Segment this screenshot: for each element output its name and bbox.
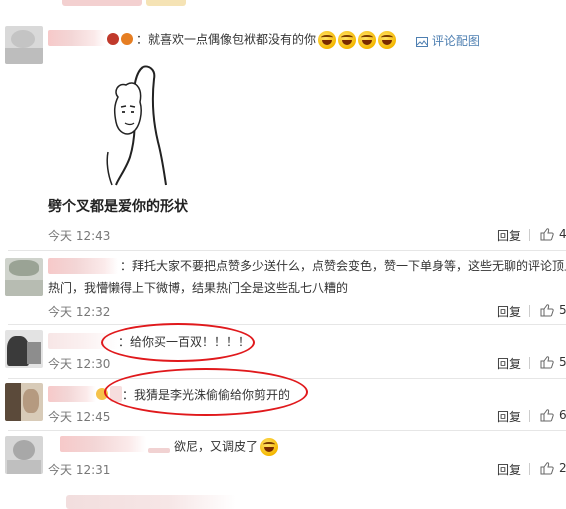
reply-button[interactable]: 回复 bbox=[497, 303, 521, 320]
thumbs-up-icon[interactable] bbox=[540, 304, 554, 317]
avatar[interactable] bbox=[5, 383, 43, 421]
action-divider bbox=[529, 305, 530, 317]
timestamp: 今天 12:30 bbox=[48, 357, 111, 371]
meme-caption: 劈个叉都是爱你的形状 bbox=[48, 199, 188, 215]
comment-divider bbox=[8, 324, 566, 325]
laughing-emoji-icon bbox=[260, 438, 279, 456]
comment-image[interactable] bbox=[48, 57, 218, 187]
like-count: 4 bbox=[559, 227, 566, 241]
avatar[interactable] bbox=[5, 436, 43, 474]
comment-text: ：就喜欢一点偶像包袱都没有的你 bbox=[136, 31, 397, 49]
view-image-link[interactable]: 评论配图 bbox=[416, 32, 480, 49]
view-image-label: 评论配图 bbox=[431, 34, 480, 48]
vip-badge-icon bbox=[107, 33, 119, 45]
avatar[interactable] bbox=[5, 330, 43, 368]
thumbs-up-icon[interactable] bbox=[540, 228, 554, 241]
image-icon bbox=[416, 36, 428, 47]
action-divider bbox=[529, 463, 530, 475]
thumbs-up-icon[interactable] bbox=[540, 409, 554, 422]
like-count: 2 bbox=[559, 461, 566, 475]
username[interactable] bbox=[48, 30, 106, 46]
action-divider bbox=[529, 410, 530, 422]
reply-button[interactable]: 回复 bbox=[497, 408, 521, 425]
like-count: 5 bbox=[559, 303, 566, 317]
comment-body: 欲尼，又调皮了 bbox=[174, 439, 259, 454]
comment-divider bbox=[8, 430, 566, 431]
laughing-emoji-icon bbox=[318, 31, 337, 49]
avatar[interactable] bbox=[5, 26, 43, 64]
comment-text: ：拜托大家不要把点赞多少送什么，点赞会变色，赞一下单身等，这些无聊的评论顶上 bbox=[120, 259, 566, 273]
username[interactable] bbox=[48, 258, 118, 274]
laughing-emoji-icon bbox=[378, 31, 397, 49]
comment-text-continued: 热门，我懵懒得上下微博，结果热门全是这些乱七八糟的 bbox=[48, 281, 349, 295]
reply-button[interactable]: 回复 bbox=[497, 355, 521, 372]
laughing-emoji-icon bbox=[338, 31, 357, 49]
highlight-circle bbox=[104, 368, 308, 416]
timestamp: 今天 12:43 bbox=[48, 229, 111, 243]
meme-drawing bbox=[106, 65, 167, 186]
reply-button[interactable]: 回复 bbox=[497, 227, 521, 244]
comment-divider bbox=[8, 250, 566, 251]
action-divider bbox=[529, 229, 530, 241]
fan-badge-icon bbox=[121, 33, 133, 45]
like-count: 5 bbox=[559, 355, 566, 369]
username[interactable] bbox=[48, 386, 96, 402]
timestamp: 今天 12:45 bbox=[48, 410, 111, 424]
comment-body: ：就喜欢一点偶像包袱都没有的你 bbox=[136, 32, 317, 47]
like-count: 6 bbox=[559, 408, 566, 422]
thumbs-up-icon[interactable] bbox=[540, 462, 554, 475]
previous-comment-fragment bbox=[0, 0, 566, 6]
timestamp: 今天 12:31 bbox=[48, 463, 111, 477]
reply-button[interactable]: 回复 bbox=[497, 461, 521, 478]
timestamp: 今天 12:32 bbox=[48, 305, 111, 319]
action-divider bbox=[529, 357, 530, 369]
comment-text: 欲尼，又调皮了 bbox=[174, 438, 279, 456]
avatar[interactable] bbox=[5, 258, 43, 296]
next-comment-fragment bbox=[48, 492, 566, 509]
highlight-circle bbox=[101, 323, 255, 362]
thumbs-up-icon[interactable] bbox=[540, 356, 554, 369]
username-suffix bbox=[148, 448, 170, 453]
username[interactable] bbox=[60, 436, 146, 452]
laughing-emoji-icon bbox=[358, 31, 377, 49]
